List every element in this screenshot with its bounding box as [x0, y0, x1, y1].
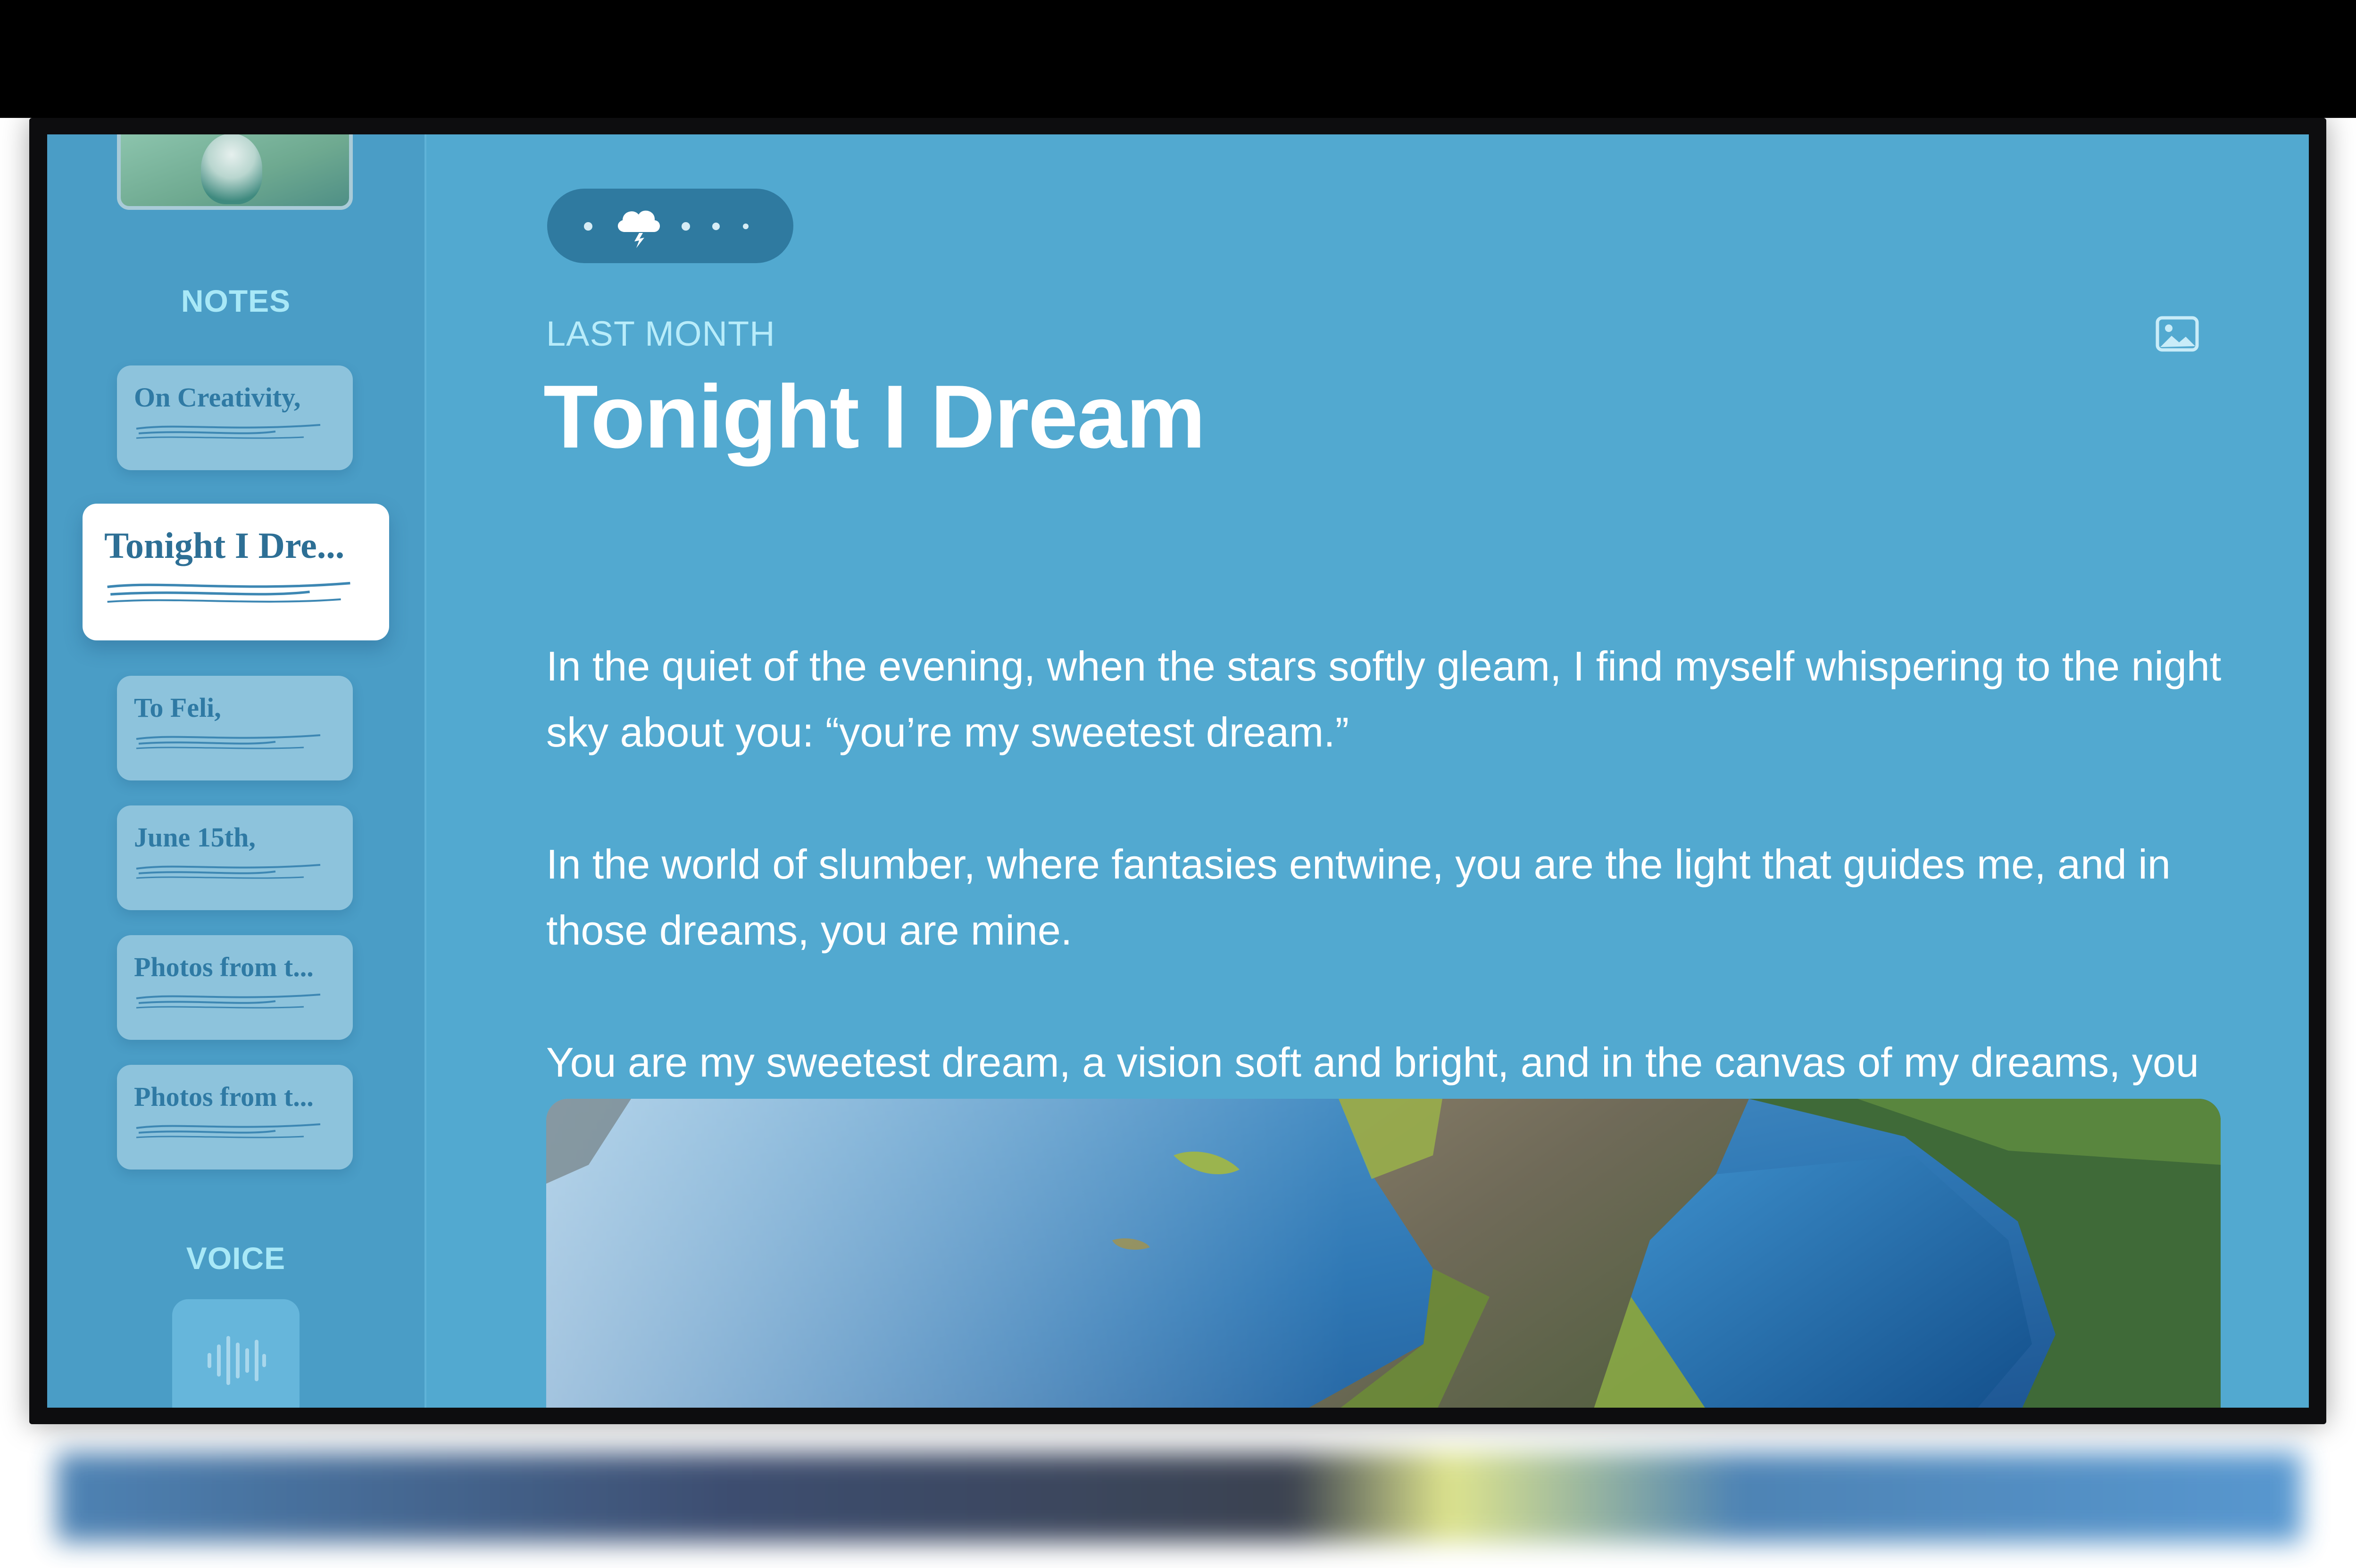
- photo-icon-button[interactable]: [2156, 316, 2199, 354]
- handwriting-scribble: [136, 424, 321, 439]
- photo-icon: [2156, 316, 2199, 352]
- note-card-photos-2[interactable]: Photos from t...: [117, 1065, 353, 1170]
- note-title[interactable]: Tonight I Dream: [543, 365, 1206, 468]
- note-card-title: Tonight I Dre...: [104, 525, 345, 566]
- page-dot: [712, 223, 720, 230]
- background-top: [0, 0, 2356, 118]
- handwriting-scribble: [107, 581, 350, 603]
- weather-page-indicator[interactable]: [547, 189, 793, 263]
- note-card-title: On Creativity,: [134, 382, 301, 413]
- note-card-title: To Feli,: [134, 692, 221, 723]
- handwriting-scribble: [136, 734, 321, 749]
- lake-landscape-image: [546, 1099, 2221, 1408]
- voice-heading: VOICE: [186, 1241, 286, 1276]
- date-label: LAST MONTH: [546, 314, 775, 353]
- notes-heading: NOTES: [181, 283, 291, 318]
- note-card-title: Photos from t...: [134, 952, 314, 982]
- voice-record-button[interactable]: [172, 1299, 300, 1408]
- note-paragraph[interactable]: In the quiet of the evening, when the st…: [546, 633, 2225, 765]
- page-dot: [743, 224, 749, 229]
- note-card-june-15th[interactable]: June 15th,: [117, 805, 353, 910]
- note-paragraph[interactable]: In the world of slumber, where fantasies…: [546, 831, 2225, 963]
- device-reflection: [57, 1452, 2302, 1542]
- page-dot: [682, 222, 690, 231]
- sidebar: NOTES On Creativity, Tonight I Dre... To…: [47, 134, 426, 1408]
- waveform-icon: [208, 1336, 266, 1385]
- note-editor: LAST MONTH Tonight I Dream In the quiet …: [425, 134, 2309, 1408]
- handwriting-scribble: [136, 994, 321, 1009]
- note-card-photos-1[interactable]: Photos from t...: [117, 935, 353, 1040]
- note-card-on-creativity[interactable]: On Creativity,: [117, 365, 353, 470]
- note-card-tonight-i-dream[interactable]: Tonight I Dre...: [83, 504, 389, 640]
- page-dot: [584, 222, 592, 231]
- handwriting-scribble: [136, 864, 321, 879]
- journal-app-window: NOTES On Creativity, Tonight I Dre... To…: [47, 134, 2309, 1408]
- thunderstorm-cloud-icon: [617, 210, 660, 248]
- handwriting-scribble: [136, 1123, 321, 1138]
- photo-album-thumbnail[interactable]: [117, 134, 353, 210]
- note-card-title: Photos from t...: [134, 1081, 314, 1112]
- landscape-photo[interactable]: [546, 1099, 2221, 1408]
- note-card-title: June 15th,: [134, 822, 256, 853]
- flower-vase-image: [201, 134, 262, 204]
- note-card-to-feli[interactable]: To Feli,: [117, 676, 353, 780]
